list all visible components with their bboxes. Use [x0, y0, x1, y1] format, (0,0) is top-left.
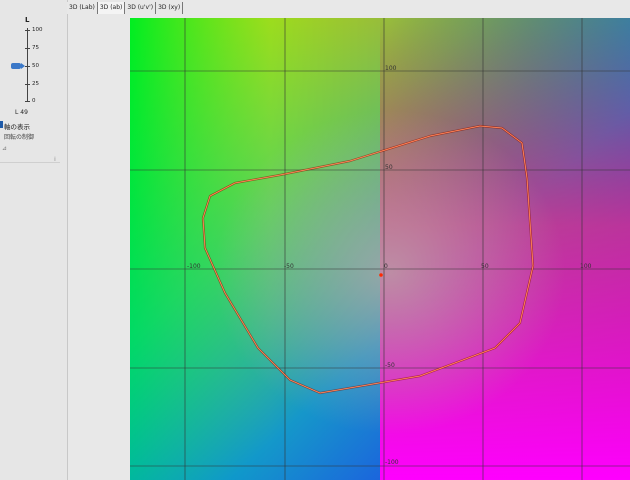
slider-tick-label: 0: [32, 98, 36, 104]
resize-glyph: ⊿: [2, 145, 8, 152]
lightness-slider-track[interactable]: [27, 28, 28, 102]
view-tabs: 3D (Lab) 3D (ab) 3D (u'v') 3D (xy): [67, 0, 184, 14]
tab-3d-uv[interactable]: 3D (u'v'): [125, 2, 157, 14]
slider-tick-label: 25: [32, 81, 39, 87]
b-axis-label: 50: [385, 164, 393, 171]
tab-3d-ab[interactable]: 3D (ab): [97, 2, 126, 14]
b-axis-label: -50: [385, 362, 395, 369]
a-axis-label: -50: [284, 263, 294, 270]
b-axis-label: -100: [385, 459, 399, 466]
a-axis-label: 0: [384, 263, 388, 270]
slider-tick-label: 100: [32, 27, 43, 33]
show-axes-checkbox[interactable]: [0, 121, 3, 128]
gamut-plot[interactable]: -100 -50 0 50 100 100 50 -50 -100: [130, 18, 630, 480]
panel-divider: [0, 162, 60, 163]
slider-tick-label: 75: [32, 45, 39, 51]
slider-tick: [25, 48, 30, 49]
tab-3d-xy[interactable]: 3D (xy): [156, 2, 184, 14]
left-control-panel: L 100 75 50 25 0 L 49 軸の表示 回転の制御 ⊿ ⁞: [0, 0, 68, 480]
tab-3d-lab[interactable]: 3D (Lab): [67, 2, 98, 14]
slider-tick: [25, 30, 30, 31]
slider-tick: [25, 101, 30, 102]
lightness-slider-title: L: [25, 16, 30, 24]
slider-tick: [25, 66, 30, 67]
lightness-slider-thumb[interactable]: [11, 63, 25, 69]
lightness-readout: L 49: [15, 109, 28, 116]
slider-tick: [25, 84, 30, 85]
show-axes-label: 軸の表示: [4, 123, 30, 131]
a-axis-label: -100: [187, 263, 201, 270]
b-axis-label: 100: [385, 65, 397, 72]
rotation-control-label[interactable]: 回転の制御: [4, 132, 34, 141]
gamut-plot-svg: -100 -50 0 50 100 100 50 -50 -100: [130, 18, 630, 480]
slider-tick-label: 50: [32, 63, 39, 69]
a-axis-label: 100: [580, 263, 592, 270]
origin-marker: [379, 273, 383, 277]
a-axis-label: 50: [481, 263, 489, 270]
